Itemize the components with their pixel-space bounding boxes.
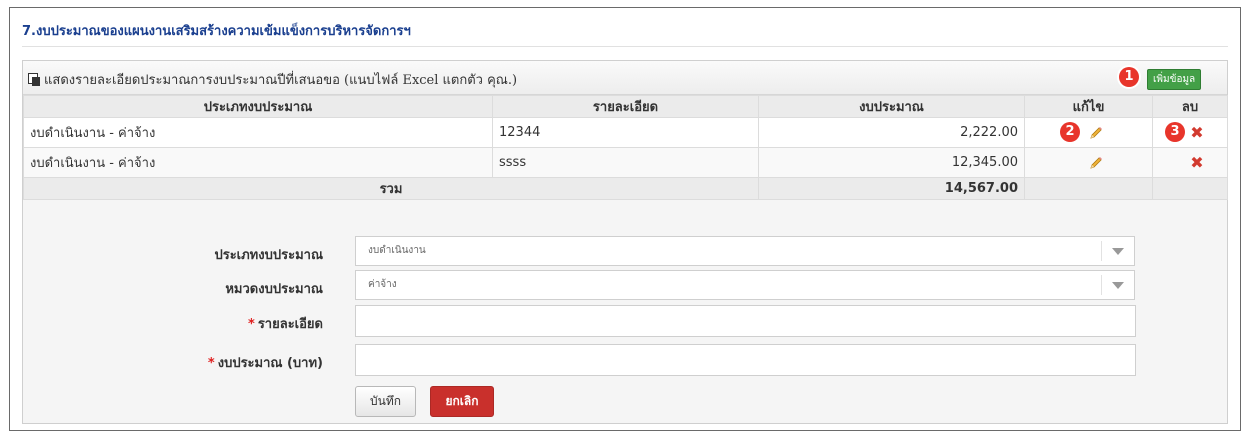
amount-label: * งบประมาณ (บาท) [208, 352, 323, 373]
required-mark: * [248, 317, 255, 332]
required-mark: * [207, 356, 215, 371]
window-frame: 7.งบประมาณของแผนงานเสริมสร้างความเข้มแข็… [9, 7, 1241, 431]
amount-label-text: งบประมาณ (บาท) [217, 356, 323, 371]
form-row-budget-category: หมวดงบประมาณ ค่าจ้าง [23, 270, 1227, 302]
budget-type-value: งบดำเนินงาน [368, 245, 426, 256]
title-divider [22, 46, 1228, 47]
callout-badge-3: 3 [1165, 122, 1185, 142]
header-budget-type: ประเภทงบประมาณ [23, 95, 493, 118]
total-empty-edit [1024, 177, 1153, 200]
pencil-icon[interactable] [1088, 155, 1104, 171]
panel-header: แสดงรายละเอียดประมาณการงบประมาณปีที่เสนอ… [23, 61, 1227, 95]
cell-amount: 2,222.00 [758, 117, 1025, 148]
panel-title: แสดงรายละเอียดประมาณการงบประมาณปีที่เสนอ… [28, 69, 517, 90]
delete-x-icon[interactable]: ✖ [1190, 154, 1203, 171]
header-amount: งบประมาณ [758, 95, 1025, 118]
total-amount: 14,567.00 [758, 177, 1025, 200]
callout-badge-2: 2 [1060, 122, 1080, 142]
table-total-row: รวม 14,567.00 [23, 177, 1228, 200]
detail-label: * รายละเอียด [248, 313, 323, 334]
cell-delete: 3 ✖ [1152, 117, 1228, 148]
cell-detail: ssss [492, 147, 759, 178]
callout-badge-1: 1 [1119, 67, 1139, 87]
table-row: งบดำเนินงาน - ค่าจ้าง 12344 2,222.00 2 3… [23, 117, 1228, 148]
pencil-icon[interactable] [1088, 125, 1104, 141]
cell-detail: 12344 [492, 117, 759, 148]
cell-budget-type: งบดำเนินงาน - ค่าจ้าง [23, 147, 493, 178]
amount-input[interactable] [355, 344, 1136, 376]
budget-table: ประเภทงบประมาณ รายละเอียด งบประมาณ แก้ไข… [23, 95, 1228, 200]
add-data-button[interactable]: เพิ่มข้อมูล [1147, 69, 1202, 90]
cell-edit: 2 [1024, 117, 1153, 148]
cell-delete: ✖ [1152, 147, 1228, 178]
total-label: รวม [23, 177, 759, 200]
budget-category-value: ค่าจ้าง [368, 279, 397, 290]
delete-x-icon[interactable]: ✖ [1190, 124, 1203, 141]
cell-edit [1024, 147, 1153, 178]
cancel-button[interactable]: ยกเลิก [430, 386, 494, 417]
budget-category-label: หมวดงบประมาณ [225, 282, 323, 297]
total-empty-delete [1152, 177, 1228, 200]
section-title: 7.งบประมาณของแผนงานเสริมสร้างความเข้มแข็… [22, 24, 411, 39]
form-buttons: บันทึก ยกเลิก [23, 386, 1227, 418]
save-button[interactable]: บันทึก [355, 386, 416, 417]
header-edit: แก้ไข [1024, 95, 1153, 118]
budget-type-label: ประเภทงบประมาณ [214, 248, 323, 263]
detail-label-text: รายละเอียด [257, 317, 323, 332]
cell-budget-type: งบดำเนินงาน - ค่าจ้าง [23, 117, 493, 148]
chevron-down-icon[interactable] [1101, 241, 1134, 261]
budget-category-select[interactable]: ค่าจ้าง [355, 270, 1135, 300]
copy-icon [28, 73, 41, 86]
header-delete: ลบ [1152, 95, 1228, 118]
form-row-amount: * งบประมาณ (บาท) [23, 344, 1227, 376]
table-header-row: ประเภทงบประมาณ รายละเอียด งบประมาณ แก้ไข… [23, 95, 1228, 118]
cell-amount: 12,345.00 [758, 147, 1025, 178]
panel-title-text: แสดงรายละเอียดประมาณการงบประมาณปีที่เสนอ… [44, 73, 518, 88]
form-row-budget-type: ประเภทงบประมาณ งบดำเนินงาน [23, 236, 1227, 268]
form-row-detail: * รายละเอียด [23, 305, 1227, 337]
budget-panel: แสดงรายละเอียดประมาณการงบประมาณปีที่เสนอ… [22, 60, 1228, 424]
detail-input[interactable] [355, 305, 1136, 337]
header-detail: รายละเอียด [492, 95, 759, 118]
table-row: งบดำเนินงาน - ค่าจ้าง ssss 12,345.00 ✖ [23, 147, 1228, 178]
budget-type-select[interactable]: งบดำเนินงาน [355, 236, 1135, 266]
chevron-down-icon[interactable] [1101, 275, 1134, 295]
